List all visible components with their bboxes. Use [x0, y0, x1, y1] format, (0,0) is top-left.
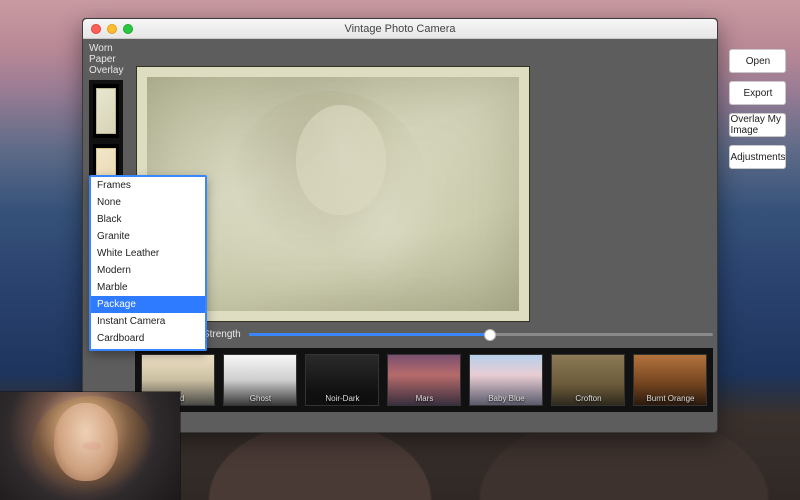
frames-option[interactable]: Marble [91, 279, 205, 296]
filter-thumb[interactable]: Baby Blue [469, 354, 543, 406]
filter-thumb[interactable]: Ghost [223, 354, 297, 406]
right-panel: Open Export Overlay My Image Adjustments [721, 39, 794, 432]
frames-option[interactable]: Cardboard [91, 330, 205, 347]
filter-thumb[interactable]: Burnt Orange [633, 354, 707, 406]
minimize-icon[interactable] [107, 24, 117, 34]
slider-track[interactable] [249, 333, 714, 336]
slider-fill [249, 333, 491, 336]
frames-dropdown-list[interactable]: FramesNoneBlackGraniteWhite LeatherModer… [89, 175, 207, 351]
frames-option[interactable]: None [91, 194, 205, 211]
frames-option[interactable]: Instant Camera [91, 313, 205, 330]
filter-thumb[interactable]: Crofton [551, 354, 625, 406]
open-button[interactable]: Open [729, 49, 786, 73]
window-content: Worn Paper Overlay FramesNoneBlackGranit… [83, 39, 717, 432]
preview-art [32, 396, 152, 496]
titlebar[interactable]: Vintage Photo Camera [83, 19, 717, 39]
filter-label: Noir-Dark [325, 394, 359, 403]
filter-thumb[interactable]: Mars [387, 354, 461, 406]
filter-strip: 3rdGhostNoir-DarkMarsBaby BlueCroftonBur… [135, 348, 713, 412]
sidebar-section-label: Worn Paper Overlay [89, 43, 123, 76]
close-icon[interactable] [91, 24, 101, 34]
paper-strength-slider: Paper Strength [137, 329, 713, 340]
adjustments-button[interactable]: Adjustments [729, 145, 786, 169]
overlay-my-image-button[interactable]: Overlay My Image [729, 113, 786, 137]
filter-label: Ghost [250, 394, 271, 403]
preview-art [83, 442, 101, 450]
window-title: Vintage Photo Camera [83, 23, 717, 35]
slider-knob[interactable] [484, 329, 496, 341]
overlay-thumb[interactable] [93, 84, 119, 138]
frames-option[interactable]: Granite [91, 228, 205, 245]
frames-option[interactable]: Black [91, 211, 205, 228]
app-window: Vintage Photo Camera Worn Paper Overlay … [82, 18, 718, 433]
paper-texture-icon [96, 88, 116, 134]
macos-desktop: Vintage Photo Camera Worn Paper Overlay … [0, 0, 800, 500]
sidebar: Worn Paper Overlay FramesNoneBlackGranit… [83, 39, 129, 432]
filter-thumb[interactable]: Noir-Dark [305, 354, 379, 406]
frames-option[interactable]: White Leather [91, 245, 205, 262]
traffic-lights [91, 24, 133, 34]
export-button[interactable]: Export [729, 81, 786, 105]
frames-option[interactable]: Modern [91, 262, 205, 279]
preview-art [296, 105, 386, 215]
frames-option[interactable]: Frames [91, 177, 205, 194]
filter-label: Crofton [575, 394, 601, 403]
filter-label: Baby Blue [488, 394, 524, 403]
fullscreen-icon[interactable] [123, 24, 133, 34]
filter-label: Mars [416, 394, 434, 403]
frames-option[interactable]: Package [91, 296, 205, 313]
center-pane: Paper Strength 3rdGhostNoir-DarkMarsBaby… [129, 39, 721, 432]
filter-label: Burnt Orange [646, 394, 694, 403]
frames-option[interactable]: Paper Bag [91, 347, 205, 351]
original-photo-thumbnail[interactable] [0, 392, 180, 500]
